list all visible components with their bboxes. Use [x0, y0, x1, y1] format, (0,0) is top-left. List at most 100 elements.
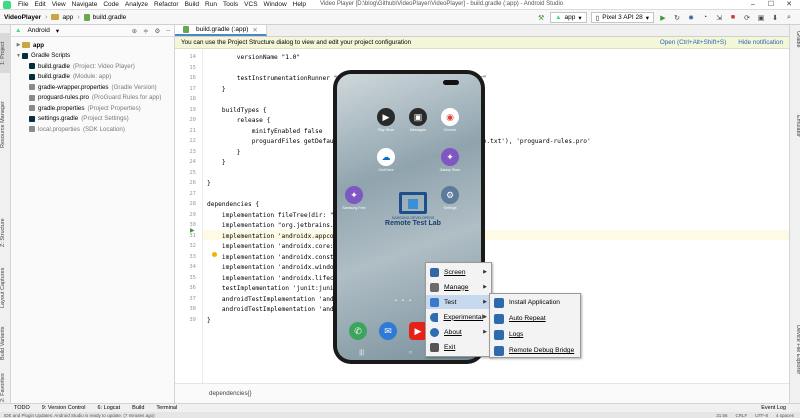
submenu-auto-repeat[interactable]: Auto Repeat: [490, 311, 580, 326]
tool-tab-event-log[interactable]: Event Log: [761, 405, 800, 411]
profile-icon[interactable]: ◔: [700, 13, 710, 23]
app-onedrive[interactable]: ☁ OneDrive: [371, 148, 401, 172]
collapse-all-icon[interactable]: ≑: [143, 27, 148, 35]
run-icon[interactable]: ▶: [658, 13, 668, 23]
code-line[interactable]: }: [207, 159, 226, 166]
menu-run[interactable]: Run: [202, 1, 220, 8]
menu-code[interactable]: Code: [100, 1, 122, 8]
tool-tab-emulator[interactable]: Emulator: [791, 115, 800, 155]
attach-debugger-icon[interactable]: ⇲: [714, 13, 724, 23]
tool-tab-project[interactable]: 1: Project: [0, 33, 11, 73]
menu-view[interactable]: View: [49, 1, 69, 8]
menu-analyze[interactable]: Analyze: [122, 1, 151, 8]
menu-item-about[interactable]: About ▶: [426, 325, 491, 339]
app-galaxy-store[interactable]: ✦ Galaxy Store: [435, 148, 465, 172]
chevron-right-icon[interactable]: ▶: [15, 42, 22, 48]
sdk-manager-icon[interactable]: ⬇: [770, 13, 780, 23]
menu-navigate[interactable]: Navigate: [69, 1, 101, 8]
menu-item-manage[interactable]: Manage ▶: [426, 280, 491, 294]
code-line[interactable]: release {: [207, 117, 271, 124]
tool-tab-favorites[interactable]: 2: Favorites: [0, 373, 11, 403]
gear-icon[interactable]: ⚙: [155, 27, 161, 35]
dock-phone[interactable]: ✆: [343, 322, 373, 340]
tree-item-settings-gradle[interactable]: settings.gradle (Project Settings): [11, 114, 174, 125]
menu-vcs[interactable]: VCS: [241, 1, 260, 8]
menu-item-test[interactable]: Test ▶: [426, 295, 491, 309]
submenu-install-application[interactable]: Install Application: [490, 295, 580, 310]
close-tab-icon[interactable]: ✕: [252, 26, 257, 34]
app-play-store[interactable]: ▶ Play Store: [371, 108, 401, 132]
tool-tab-gradle[interactable]: Gradle: [791, 31, 800, 57]
menu-tools[interactable]: Tools: [220, 1, 241, 8]
tool-tab-build[interactable]: Build: [132, 405, 144, 411]
menu-item-experimental[interactable]: Experimental ▶: [426, 310, 491, 324]
hide-notification-link[interactable]: Hide notification: [738, 39, 783, 46]
menu-file[interactable]: File: [15, 1, 31, 8]
maximize-icon[interactable]: ☐: [762, 0, 780, 10]
debug-icon[interactable]: ✹: [686, 13, 696, 23]
sync-gradle-icon[interactable]: ⟳: [742, 13, 752, 23]
app-messages[interactable]: ▣ Messages: [403, 108, 433, 132]
tree-item-build-gradle-app[interactable]: build.gradle (Module: app): [11, 72, 174, 83]
recents-icon[interactable]: |||: [359, 350, 364, 356]
code-line[interactable]: buildTypes {: [207, 107, 267, 114]
code-line[interactable]: dependencies {: [207, 201, 259, 208]
home-icon[interactable]: ○: [409, 350, 413, 356]
close-icon[interactable]: ✕: [780, 0, 798, 10]
tool-tab-build-variants[interactable]: Build Variants: [0, 321, 11, 366]
code-line[interactable]: }: [207, 149, 241, 156]
menu-edit[interactable]: Edit: [31, 1, 48, 8]
tool-tab-layout-captures[interactable]: Layout Captures: [0, 263, 11, 313]
device-select[interactable]: ▯ Pixel 3 API 28 ▾: [590, 12, 654, 23]
tool-tab-terminal[interactable]: Terminal: [156, 405, 177, 411]
menu-help[interactable]: Help: [290, 1, 309, 8]
tree-item-proguard-rules[interactable]: proguard-rules.pro (ProGuard Rules for a…: [11, 93, 174, 104]
hide-panel-icon[interactable]: –: [166, 27, 170, 35]
app-chrome[interactable]: ◉ Chrome: [435, 108, 465, 132]
status-message[interactable]: IDE and Plugin Updates: Android Studio i…: [4, 413, 155, 418]
app-samsung-free[interactable]: ✦ Samsung Free: [339, 186, 369, 210]
run-configuration-select[interactable]: ▲ app ▾: [550, 12, 587, 23]
code-line[interactable]: }: [207, 317, 211, 324]
tree-item-gradle-scripts[interactable]: ▼ Gradle Scripts: [11, 51, 174, 62]
breadcrumb-file[interactable]: build.gradle: [83, 13, 126, 21]
file-encoding[interactable]: UTF-8: [755, 413, 768, 418]
tool-tab-device-file-explorer[interactable]: Device File Explorer: [791, 325, 800, 395]
code-breadcrumb-label[interactable]: dependencies{}: [209, 390, 252, 397]
make-project-hammer-icon[interactable]: ⚒: [536, 13, 546, 23]
menu-item-screen[interactable]: Screen ▶: [426, 265, 491, 279]
tab-build-gradle-app[interactable]: build.gradle (:app) ✕: [175, 25, 267, 36]
menu-item-exit[interactable]: Exit: [426, 340, 491, 354]
project-view-select[interactable]: Android: [27, 27, 49, 34]
tree-item-app[interactable]: ▶ app: [11, 40, 174, 51]
apply-changes-icon[interactable]: ↻: [672, 13, 682, 23]
menu-window[interactable]: Window: [261, 1, 290, 8]
locate-icon[interactable]: ⊕: [132, 27, 137, 35]
open-project-structure-link[interactable]: Open (Ctrl+Alt+Shift+S): [660, 39, 726, 46]
menu-refactor[interactable]: Refactor: [151, 1, 182, 8]
code-line[interactable]: versionName "1.0": [207, 54, 300, 61]
tree-item-gradle-wrapper-properties[interactable]: gradle-wrapper.properties (Gradle Versio…: [11, 82, 174, 93]
tree-item-local-properties[interactable]: local.properties (SDK Location): [11, 124, 174, 135]
stop-icon[interactable]: ■: [728, 13, 738, 23]
search-icon[interactable]: ⌕: [784, 13, 794, 23]
tool-tab-version-control[interactable]: 9: Version Control: [42, 405, 86, 411]
run-gutter-icon[interactable]: ▶: [190, 227, 195, 234]
code-line[interactable]: }: [207, 180, 211, 187]
chevron-down-icon[interactable]: ▼: [15, 53, 22, 59]
menu-build[interactable]: Build: [182, 1, 202, 8]
dock-messages[interactable]: ✉: [373, 322, 403, 340]
breadcrumb-project[interactable]: VideoPlayer: [4, 14, 41, 21]
tool-tab-resource-manager[interactable]: Resource Manager: [0, 95, 11, 155]
submenu-logs[interactable]: Logs: [490, 327, 580, 342]
submenu-remote-debug-bridge[interactable]: Remote Debug Bridge: [490, 343, 580, 358]
tool-tab-logcat[interactable]: 6: Logcat: [98, 405, 121, 411]
indent-setting[interactable]: 4 spaces: [776, 413, 794, 418]
tool-tab-todo[interactable]: TODO: [14, 405, 30, 411]
breadcrumb-module[interactable]: app: [51, 14, 73, 21]
caret-position[interactable]: 31:56: [716, 413, 727, 418]
tool-tab-structure[interactable]: Z: Structure: [0, 213, 11, 253]
code-line[interactable]: }: [207, 86, 226, 93]
code-line[interactable]: minifyEnabled false: [207, 128, 323, 135]
tree-item-gradle-properties[interactable]: gradle.properties (Project Properties): [11, 103, 174, 114]
